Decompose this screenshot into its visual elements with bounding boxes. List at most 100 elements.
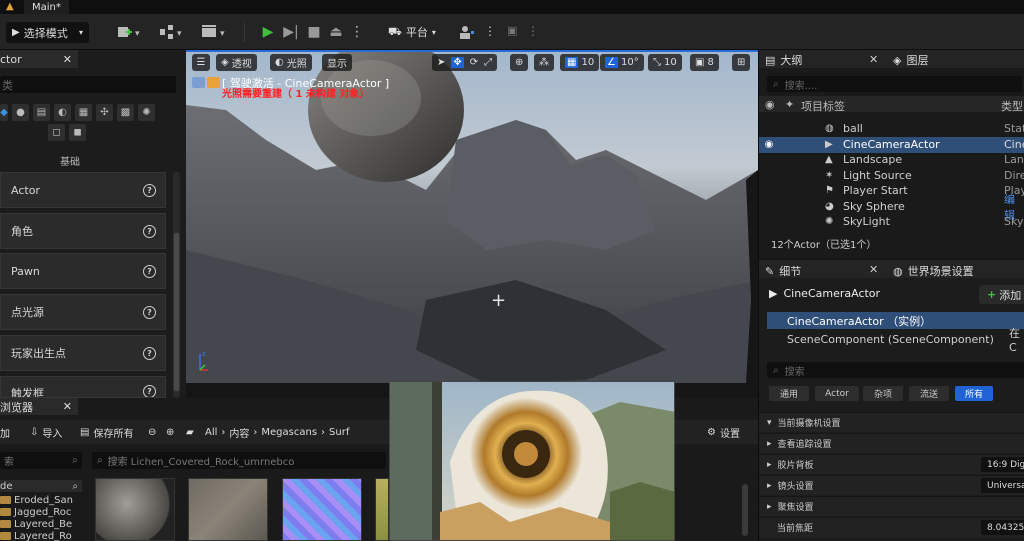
filmback-dropdown[interactable]: 16:9 Digit xyxy=(981,457,1024,472)
focal-length-input[interactable]: 8.043252 xyxy=(981,520,1024,535)
details-tab[interactable]: ✎ 细节 xyxy=(765,263,801,279)
place-actors-search[interactable]: 类 xyxy=(0,76,176,93)
actor-item-point-light[interactable]: 点光源 ? xyxy=(0,294,166,330)
scrollbar-thumb[interactable] xyxy=(173,232,180,392)
close-icon[interactable]: ✕ xyxy=(869,263,878,276)
surface-snap-button[interactable]: ⁂ xyxy=(534,54,554,71)
platform-button[interactable]: ⛟ 平台 ▾ xyxy=(388,24,436,40)
details-search[interactable]: ⌕ 搜索 xyxy=(767,362,1024,378)
source-control-icon[interactable]: ▣ xyxy=(507,24,517,44)
outliner-row-player-start[interactable]: ⚑ Player Start Play xyxy=(759,183,1024,199)
close-icon[interactable]: ✕ xyxy=(63,400,72,413)
help-icon[interactable]: ? xyxy=(143,224,156,238)
folder-item[interactable]: Eroded_San xyxy=(0,494,73,506)
angle-snap-button[interactable]: ∠ 10° xyxy=(600,54,644,71)
image-preview-window[interactable] xyxy=(389,381,675,541)
volumes-icon[interactable]: ✣ xyxy=(96,104,113,121)
cinematic-icon[interactable]: ▤ xyxy=(33,104,50,121)
filter-actor[interactable]: Actor xyxy=(815,386,859,401)
save-all-button[interactable]: ▤ 保存所有 xyxy=(80,425,133,440)
visual-effects-icon[interactable]: ◐ xyxy=(54,104,71,121)
breadcrumb-surfaces[interactable]: Surf xyxy=(329,427,349,438)
lit-button[interactable]: ◐ 光照 xyxy=(270,54,312,71)
layers-tab[interactable]: ◈ 图层 xyxy=(893,52,928,68)
forward-button[interactable]: ⊕ xyxy=(166,425,174,440)
add-component-button[interactable]: + 添加 xyxy=(979,285,1024,304)
outliner-row-cinecameraactor[interactable]: ◉ ▶ CineCameraActor Cine xyxy=(759,137,1024,153)
asset-search[interactable]: ⌕ 搜索 Lichen_Covered_Rock_umrnebco xyxy=(92,452,386,469)
eye-icon[interactable]: ◉ xyxy=(765,98,775,111)
actor-item-trigger-box[interactable]: 触发框 ? xyxy=(0,376,166,398)
help-icon[interactable]: ? xyxy=(143,264,156,278)
add-actor-icon[interactable]: ▾ xyxy=(116,22,142,42)
pilot-camera-icon[interactable] xyxy=(192,77,205,88)
geometry-icon[interactable]: ▦ xyxy=(75,104,92,121)
content-browser-tab[interactable]: 浏览器 ✕ xyxy=(0,398,78,415)
lightbulb-icon[interactable]: ● xyxy=(12,104,29,121)
asset-thumbnail-normal[interactable] xyxy=(282,478,362,541)
stop-icon[interactable]: ■ xyxy=(303,22,325,42)
translate-icon[interactable]: ✥ xyxy=(451,57,464,68)
world-local-button[interactable]: ⊕ xyxy=(510,54,529,71)
section-lookat[interactable]: ▸ 查看追踪设置 xyxy=(759,433,1024,453)
more-options-icon[interactable]: ⋮ xyxy=(527,24,539,44)
scale-snap-button[interactable]: ⤡ 10 xyxy=(648,54,682,71)
show-button[interactable]: 显示 xyxy=(322,54,352,71)
cube-icon[interactable]: ◼ xyxy=(69,124,86,141)
eject-pilot-icon[interactable] xyxy=(207,77,220,88)
folder-item[interactable]: Jagged_Roc xyxy=(0,506,71,518)
actor-item-player-start[interactable]: 玩家出生点 ? xyxy=(0,335,166,371)
close-icon[interactable]: ✕ xyxy=(869,53,878,66)
folder-search[interactable]: 索 ⌕ xyxy=(0,452,82,469)
outliner-row-light-source[interactable]: ✶ Light Source Direc xyxy=(759,168,1024,184)
folder-item[interactable]: Layered_Ro xyxy=(0,530,72,541)
more-icon[interactable]: ⋮ xyxy=(484,24,496,44)
import-button[interactable]: ⇩ 导入 xyxy=(30,425,62,440)
filter-misc[interactable]: 杂项 xyxy=(863,386,903,401)
section-focus[interactable]: ▸ 聚焦设置 xyxy=(759,496,1024,516)
selection-mode-dropdown[interactable]: ▶ 选择模式 ▾ xyxy=(6,22,89,43)
blueprint-icon[interactable]: ▾ xyxy=(158,22,186,42)
basic-shapes-icon[interactable]: ◻ xyxy=(48,124,65,141)
breadcrumb-megascans[interactable]: Megascans xyxy=(261,427,317,438)
help-icon[interactable]: ? xyxy=(143,385,156,397)
close-icon[interactable]: ✕ xyxy=(63,53,72,66)
breadcrumb-content[interactable]: 内容 xyxy=(229,425,249,440)
actor-item-character[interactable]: 角色 ? xyxy=(0,213,166,249)
recent-icon[interactable]: ◆ xyxy=(0,104,8,121)
place-actors-scrollbar[interactable] xyxy=(173,172,180,398)
grid-snap-button[interactable]: ▦ 10 xyxy=(560,54,600,71)
play-options-icon[interactable]: ⋮ xyxy=(346,22,368,42)
scene-component-row[interactable]: SceneComponent (SceneComponent) 在C xyxy=(767,327,1024,354)
cinematics-icon[interactable]: ▾ xyxy=(200,22,230,42)
level-viewport[interactable]: ☰ ◈ 透视 ◐ 光照 显示 ➤ ✥ ⟳ ⤢ ⊕ ⁂ ▦ 10 ∠ 10° ⤡ … xyxy=(186,50,758,383)
actor-item-actor[interactable]: Actor ? xyxy=(0,172,166,208)
lens-dropdown[interactable]: Universal xyxy=(981,478,1024,493)
rotate-icon[interactable]: ⟳ xyxy=(470,57,478,68)
filter-streaming[interactable]: 流送 xyxy=(909,386,949,401)
perspective-button[interactable]: ◈ 透视 xyxy=(216,54,257,71)
eject-icon[interactable]: ⏏ xyxy=(325,22,347,42)
eye-icon[interactable]: ◉ xyxy=(759,139,779,150)
column-label-header[interactable]: 项目标签 xyxy=(801,98,845,114)
outliner-row-sky-sphere[interactable]: ◕ Sky Sphere 编辑 xyxy=(759,193,1024,222)
filter-all[interactable]: 所有 xyxy=(955,386,993,401)
place-actors-tab[interactable]: ctor ✕ xyxy=(0,50,78,68)
asset-scrollbar[interactable] xyxy=(742,484,748,536)
pin-icon[interactable]: ✦ xyxy=(785,98,794,111)
play-icon[interactable]: ▶ xyxy=(257,22,279,42)
help-icon[interactable]: ? xyxy=(143,346,156,360)
outliner-row-ball[interactable]: ◍ ball Stati xyxy=(759,121,1024,137)
viewport-layout-button[interactable]: ⊞ xyxy=(732,54,751,71)
settings-button[interactable]: ⚙ 设置 xyxy=(707,425,740,440)
scale-icon[interactable]: ⤢ xyxy=(484,57,492,68)
select-arrow-icon[interactable]: ➤ xyxy=(437,57,445,68)
world-settings-tab[interactable]: ◍ 世界场景设置 xyxy=(893,263,974,279)
breadcrumb-all[interactable]: All xyxy=(205,427,217,438)
add-button[interactable]: 加 xyxy=(0,425,10,440)
asset-thumbnail-rock[interactable] xyxy=(188,478,268,541)
folder-item[interactable]: Layered_Be xyxy=(0,518,72,530)
folder-root-button[interactable]: ▰ xyxy=(186,425,194,440)
settings-user-icon[interactable] xyxy=(458,22,476,42)
help-icon[interactable]: ? xyxy=(143,305,156,319)
